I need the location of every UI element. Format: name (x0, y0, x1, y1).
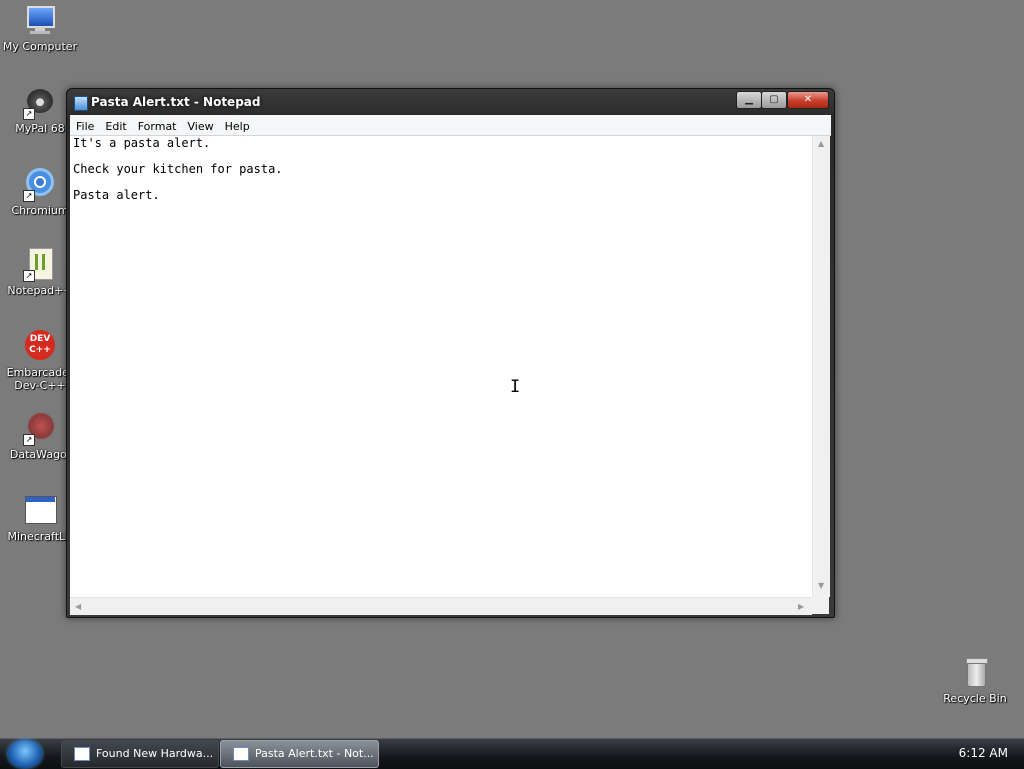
desktop-icon-recycle-bin[interactable]: Recycle Bin (935, 656, 1015, 705)
horizontal-scrollbar[interactable]: ◀ ▶ (70, 597, 812, 615)
menu-view[interactable]: View (182, 117, 219, 133)
text-line: It's a pasta alert. (73, 136, 211, 150)
notepad-icon (233, 747, 249, 761)
maximize-button[interactable]: ▢ (761, 91, 787, 109)
shortcut-arrow-icon: ↗ (23, 434, 35, 446)
scroll-left-arrow-icon[interactable]: ◀ (75, 602, 81, 611)
shortcut-arrow-icon: ↗ (23, 108, 35, 120)
text-line: Pasta alert. (73, 188, 160, 202)
notepad-window[interactable]: Pasta Alert.txt - Notepad ▁ ▢ ✕ File Edit… (66, 88, 835, 618)
mypal-raccoon-icon: ↗ (23, 86, 57, 120)
recycle-bin-icon (958, 656, 992, 690)
window-titlebar[interactable]: Pasta Alert.txt - Notepad ▁ ▢ ✕ (67, 89, 834, 115)
desktop-icon-my-computer[interactable]: My Computer (0, 4, 80, 53)
chromium-icon: ↗ (23, 168, 57, 202)
close-button[interactable]: ✕ (787, 91, 829, 109)
notepadpp-icon: ↗ (23, 248, 57, 282)
desktop-icon-label: My Computer (2, 40, 78, 53)
resize-grip[interactable] (812, 597, 829, 614)
minimize-button[interactable]: ▁ (736, 91, 762, 109)
menu-bar: File Edit Format View Help (70, 115, 831, 136)
application-window-icon (23, 494, 57, 528)
devcpp-icon: DEV C++ (23, 330, 57, 364)
shortcut-arrow-icon: ↗ (23, 190, 35, 202)
text-editor[interactable]: It's a pasta alert. Check your kitchen f… (70, 136, 812, 597)
text-line: Check your kitchen for pasta. (73, 162, 283, 176)
scroll-right-arrow-icon[interactable]: ▶ (798, 602, 804, 611)
shortcut-arrow-icon: ↗ (23, 270, 35, 282)
system-clock[interactable]: 6:12 AM (959, 746, 1008, 760)
scroll-down-arrow-icon[interactable]: ▼ (818, 581, 824, 590)
taskbar-button-label: Pasta Alert.txt - Not... (255, 747, 374, 760)
computer-icon (23, 4, 57, 38)
start-button[interactable] (8, 740, 42, 768)
menu-format[interactable]: Format (132, 117, 182, 133)
taskbar-button-label: Found New Hardwa... (96, 747, 214, 760)
notepad-icon (74, 96, 88, 111)
window-icon (74, 747, 90, 761)
menu-help[interactable]: Help (219, 117, 255, 133)
scroll-up-arrow-icon[interactable]: ▲ (818, 139, 824, 148)
desktop-icon-label: Recycle Bin (943, 692, 1007, 705)
window-title: Pasta Alert.txt - Notepad (91, 95, 261, 109)
taskbar-button-found-new-hardware[interactable]: Found New Hardwa... (61, 740, 219, 768)
taskbar-button-notepad[interactable]: Pasta Alert.txt - Not... (220, 740, 379, 768)
vertical-scrollbar[interactable]: ▲ ▼ (812, 136, 830, 597)
datawago-icon: ↗ (23, 412, 57, 446)
menu-edit[interactable]: Edit (99, 117, 131, 133)
taskbar: Found New Hardwa... Pasta Alert.txt - No… (0, 738, 1024, 769)
text-cursor-icon: I (510, 377, 521, 397)
menu-file[interactable]: File (70, 117, 99, 133)
